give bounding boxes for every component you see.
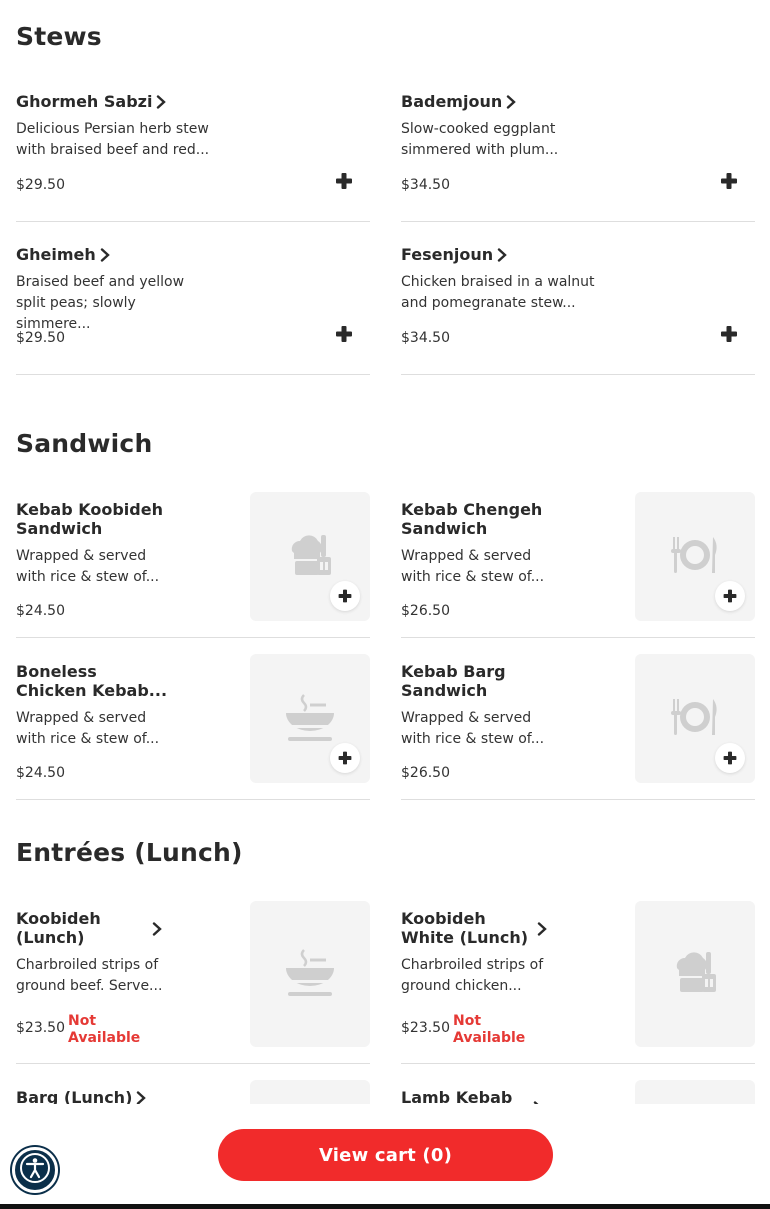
- accessibility-icon: [19, 1152, 51, 1188]
- item-name[interactable]: Lamb Kebab: [401, 1088, 512, 1104]
- item-description: Braised beef and yellow split peas; slowl…: [16, 274, 185, 332]
- item-description: Slow-cooked eggplant simmered with plum..…: [401, 121, 559, 158]
- item-price: $34.50: [401, 177, 450, 193]
- plate-icon: [669, 695, 721, 743]
- item-description: Wrapped & served with rice & stew of...: [401, 710, 545, 747]
- item-description: Wrapped & served with rice & stew of...: [401, 548, 545, 585]
- item-description: Wrapped & served with rice & stew of...: [16, 548, 160, 585]
- item-price: $26.50: [401, 765, 450, 781]
- chef-icon: [669, 946, 721, 1002]
- menu-item-card[interactable]: Koobideh (Lunch) Charbroiled strips of gro…: [16, 901, 370, 1064]
- item-price: $23.50: [401, 1020, 450, 1036]
- add-item-button[interactable]: [334, 171, 354, 191]
- chevron-right-icon: [537, 921, 547, 940]
- item-price: $24.50: [16, 603, 65, 619]
- menu-item-card[interactable]: Bademjoun Slow-cooked eggplant simmered w…: [401, 92, 755, 222]
- item-price: $34.50: [401, 330, 450, 346]
- bottom-bar: [0, 1204, 770, 1209]
- item-name[interactable]: Koobideh White (Lunch): [401, 909, 547, 947]
- item-name[interactable]: Fesenjoun: [401, 245, 507, 266]
- menu-item-card[interactable]: Koobideh White (Lunch) Charbroiled strips…: [401, 901, 755, 1064]
- menu-item-card[interactable]: Boneless Chicken Kebab... Wrapped & serve…: [16, 654, 370, 800]
- bowl-icon: [284, 691, 336, 747]
- item-price: $29.50: [16, 177, 65, 193]
- accessibility-button[interactable]: [12, 1147, 58, 1193]
- add-item-button[interactable]: [719, 324, 739, 344]
- section-title-entrees: Entrées (Lunch): [16, 838, 243, 867]
- add-item-button[interactable]: [334, 324, 354, 344]
- add-item-button[interactable]: [330, 581, 360, 611]
- menu-scroll-area: Stews Ghormeh Sabzi Delicious Persian he…: [0, 0, 770, 1104]
- menu-item-card[interactable]: Kebab Barg Sandwich Wrapped & served with …: [401, 654, 755, 800]
- menu-item-card[interactable]: Kebab Koobideh Sandwich Wrapped & served w…: [16, 492, 370, 638]
- item-description: Charbroiled strips of ground beef. Serve.…: [16, 957, 163, 994]
- chevron-right-icon: [152, 921, 162, 940]
- plate-icon: [669, 533, 721, 581]
- item-image: [250, 901, 370, 1047]
- item-price: $24.50: [16, 765, 65, 781]
- menu-item-card[interactable]: Kebab Chengeh Sandwich Wrapped & served wi…: [401, 492, 755, 638]
- add-item-button[interactable]: [715, 743, 745, 773]
- item-name[interactable]: Koobideh (Lunch): [16, 909, 162, 947]
- menu-item-card[interactable]: Lamb Kebab: [401, 1080, 755, 1104]
- item-price: $26.50: [401, 603, 450, 619]
- item-description: Delicious Persian herb stew with braised …: [16, 121, 210, 158]
- item-image[interactable]: [250, 1080, 370, 1104]
- item-description: Charbroiled strips of ground chicken...: [401, 957, 544, 994]
- chef-icon: [284, 529, 336, 585]
- section-title-sandwich: Sandwich: [16, 429, 153, 458]
- item-price: $29.50: [16, 330, 65, 346]
- chevron-right-icon: [497, 247, 507, 266]
- chevron-right-icon: [506, 94, 517, 113]
- menu-item-card[interactable]: Barg (Lunch): [16, 1080, 370, 1104]
- bowl-icon: [284, 946, 336, 1002]
- availability-status: Not Available: [68, 1013, 141, 1046]
- item-name[interactable]: Gheimeh: [16, 245, 110, 266]
- add-item-button[interactable]: [715, 581, 745, 611]
- item-name[interactable]: Barg (Lunch): [16, 1088, 147, 1104]
- item-image: [635, 901, 755, 1047]
- availability-status: Not Available: [453, 1013, 526, 1046]
- menu-item-card[interactable]: Fesenjoun Chicken braised in a walnut and…: [401, 245, 755, 375]
- chevron-right-icon: [100, 247, 110, 266]
- chevron-right-icon: [136, 1090, 147, 1104]
- item-name[interactable]: Bademjoun: [401, 92, 517, 113]
- item-description: Wrapped & served with rice & stew of...: [16, 710, 160, 747]
- item-name[interactable]: Kebab Chengeh Sandwich: [401, 500, 542, 538]
- item-name[interactable]: Kebab Koobideh Sandwich: [16, 500, 163, 538]
- item-image[interactable]: [635, 1080, 755, 1104]
- chevron-right-icon: [533, 1100, 543, 1104]
- item-price: $23.50: [16, 1020, 65, 1036]
- item-name[interactable]: Boneless Chicken Kebab...: [16, 662, 167, 700]
- chevron-right-icon: [156, 94, 167, 113]
- menu-item-card[interactable]: Gheimeh Braised beef and yellow split pea…: [16, 245, 370, 375]
- item-description: Chicken braised in a walnut and pomegrana…: [401, 274, 595, 311]
- view-cart-button[interactable]: View cart (0): [218, 1129, 553, 1181]
- add-item-button[interactable]: [719, 171, 739, 191]
- item-name[interactable]: Kebab Barg Sandwich: [401, 662, 506, 700]
- add-item-button[interactable]: [330, 743, 360, 773]
- item-name[interactable]: Ghormeh Sabzi: [16, 92, 167, 113]
- menu-item-card[interactable]: Ghormeh Sabzi Delicious Persian herb ste…: [16, 92, 370, 222]
- section-title-stews: Stews: [16, 22, 102, 51]
